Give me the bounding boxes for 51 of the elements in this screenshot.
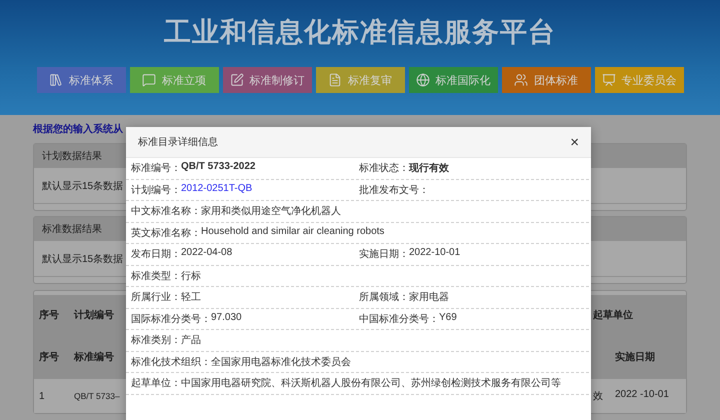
- field-label: 所属行业：: [131, 290, 181, 304]
- field-value: 产品: [181, 334, 201, 348]
- table-cell: QB/T 5733–: [74, 391, 120, 401]
- nav-button[interactable]: 标准体系: [36, 67, 126, 93]
- nav-button[interactable]: 标准复审: [316, 67, 404, 93]
- field-value: 中国家用电器研究院、科沃斯机器人股份有限公司、苏州绿创检测技术服务有限公司等: [181, 376, 561, 390]
- field-label: 发布日期：: [131, 248, 181, 262]
- field-label: 标准类别：: [131, 334, 181, 348]
- column-header: 序号: [38, 308, 60, 322]
- nav-button[interactable]: 标准国际化: [408, 67, 498, 93]
- column-header: 计划编号: [74, 308, 114, 322]
- intro-text: 根据您的输入系统从: [33, 122, 124, 137]
- books-icon: [49, 73, 63, 87]
- field-value: 全国家用电器标准化技术委员会: [211, 356, 351, 369]
- column-header: 序号: [38, 350, 60, 364]
- site-title: 工业和信息化标准信息服务平台: [164, 16, 556, 49]
- field-value: 97.030: [211, 312, 242, 325]
- field-label: 中国标准分类号：: [359, 312, 439, 326]
- chat-bubble-icon: [142, 73, 156, 87]
- globe-icon: [416, 73, 430, 87]
- field-label: 批准发布文号：: [359, 184, 429, 197]
- document-icon: [328, 73, 342, 87]
- column-header: 实施日期: [615, 350, 655, 364]
- field-value: 家用电器: [409, 290, 449, 304]
- nav-button[interactable]: 标准制修订: [222, 67, 312, 93]
- column-header: 起草单位: [593, 308, 633, 322]
- nav-button[interactable]: 标准立项: [130, 67, 218, 93]
- table-cell-text: 1: [38, 390, 46, 402]
- edit-icon: [230, 73, 244, 87]
- field-label: 起草单位：: [131, 376, 181, 390]
- field-value: 2022-10-01: [409, 247, 460, 260]
- field-label: 中文标准名称：: [131, 204, 201, 218]
- table-cell-text: 2022 -10-01: [615, 389, 669, 402]
- field-value: 家用和类似用途空气净化机器人: [201, 204, 341, 218]
- field-value: Y69: [439, 312, 457, 325]
- presentation-icon: [602, 73, 616, 87]
- table-cell-text: 效: [593, 390, 604, 403]
- field-value: 2022-04-08: [181, 247, 232, 260]
- column-header: 标准编号: [74, 350, 114, 364]
- field-label: 所属领域：: [359, 290, 409, 304]
- nav-button[interactable]: 团体标准: [502, 67, 590, 93]
- field-label: 计划编号：: [131, 184, 181, 197]
- people-icon: [514, 73, 528, 87]
- field-value: 轻工: [181, 291, 201, 304]
- field-label: 实施日期：: [359, 248, 409, 262]
- field-label: 英文标准名称：: [131, 226, 201, 240]
- field-value: Household and similar air cleaning robots: [201, 226, 384, 239]
- nav-button[interactable]: 专业委员会: [594, 67, 684, 93]
- field-label: 国际标准分类号：: [131, 312, 211, 326]
- plan-number-link[interactable]: 2012-0251T-QB: [181, 182, 252, 197]
- field-label: 标准化技术组织：: [131, 356, 211, 369]
